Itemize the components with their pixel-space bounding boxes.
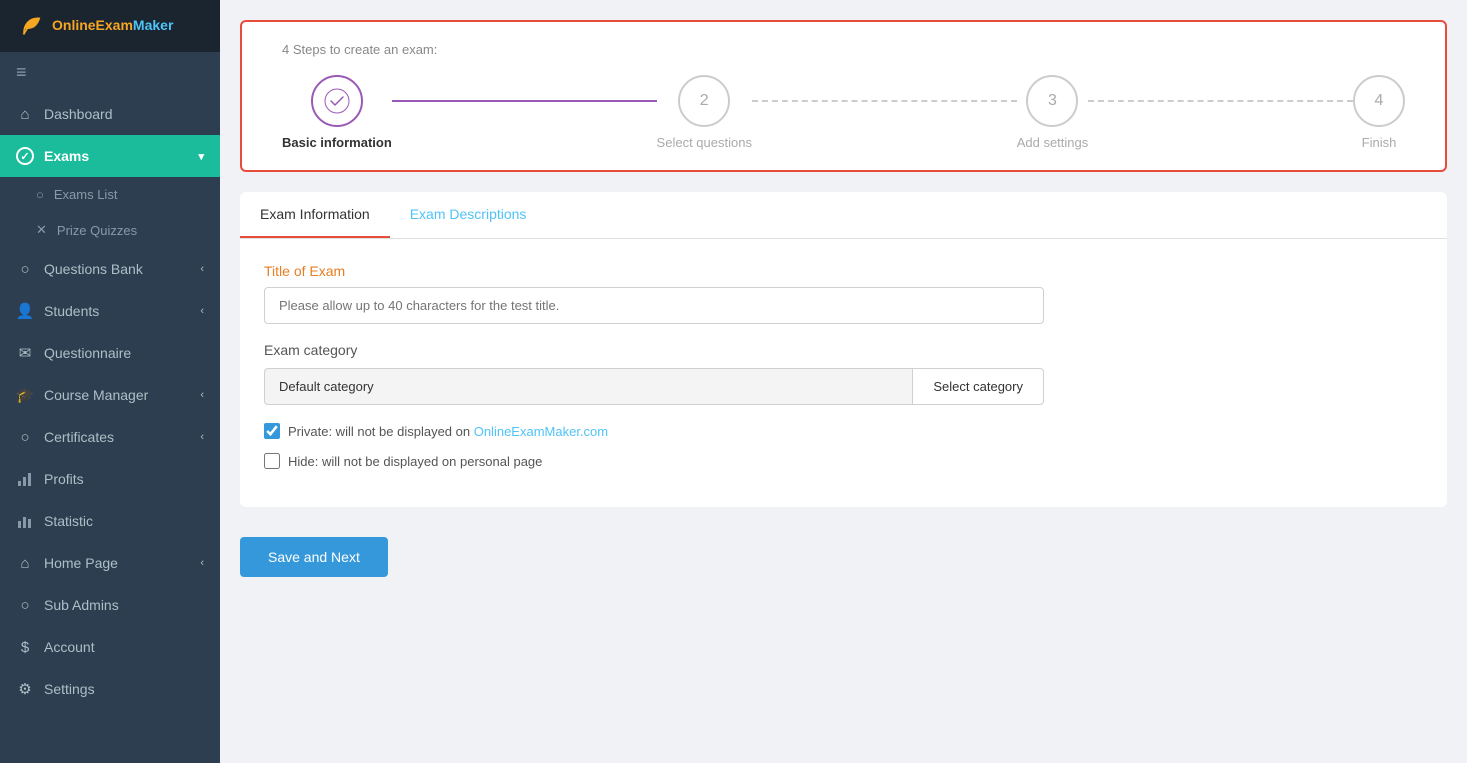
category-default-text: Default category [264,368,912,405]
connector-1-2 [392,100,657,102]
home-page-chevron: ‹ [200,557,204,569]
sidebar-item-settings[interactable]: ⚙ Settings [0,668,220,710]
connector-3-4 [1088,100,1353,102]
sidebar-item-dashboard[interactable]: ⌂ Dashboard [0,93,220,135]
account-icon: $ [16,638,34,656]
settings-icon: ⚙ [16,680,34,698]
tab-exam-information[interactable]: Exam Information [240,192,390,238]
exams-list-icon: ○ [36,187,44,202]
sidebar-item-questionnaire[interactable]: ✉ Questionnaire [0,332,220,374]
sidebar-item-exams[interactable]: ✓ Exams ▾ [0,135,220,177]
connector-2-3 [752,100,1017,102]
questions-bank-chevron: ‹ [200,263,204,275]
form-card: Exam Information Exam Descriptions Title… [240,192,1447,507]
step-3: 3 Add settings [1017,75,1089,150]
step-4-circle: 4 [1353,75,1405,127]
hide-checkbox-row: Hide: will not be displayed on personal … [264,453,1423,469]
form-body: Title of Exam Exam category Default cate… [240,239,1447,507]
questionnaire-icon: ✉ [16,344,34,362]
students-icon: 👤 [16,302,34,320]
certificates-icon: ○ [16,428,34,446]
hide-checkbox[interactable] [264,453,280,469]
menu-toggle[interactable]: ≡ [0,52,220,93]
sidebar-item-students[interactable]: 👤 Students ‹ [0,290,220,332]
sidebar-item-certificates[interactable]: ○ Certificates ‹ [0,416,220,458]
category-label: Exam category [264,342,1423,358]
private-label[interactable]: Private: will not be displayed on Online… [288,424,608,439]
questions-bank-icon: ○ [16,260,34,278]
tab-exam-descriptions[interactable]: Exam Descriptions [390,192,547,238]
sidebar-item-statistic[interactable]: Statistic [0,500,220,542]
course-manager-icon: 🎓 [16,386,34,404]
private-checkbox[interactable] [264,423,280,439]
title-input[interactable] [264,287,1044,324]
main-content: 4 Steps to create an exam: Basic informa… [220,0,1467,763]
title-label: Title of Exam [264,263,1423,279]
save-and-next-button[interactable]: Save and Next [240,537,388,577]
statistic-icon [16,512,34,530]
sidebar-item-questions-bank[interactable]: ○ Questions Bank ‹ [0,248,220,290]
course-manager-chevron: ‹ [200,389,204,401]
exams-chevron: ▾ [198,150,204,163]
sidebar-item-prize-quizzes[interactable]: ✕ Prize Quizzes [0,212,220,248]
profits-icon [16,470,34,488]
sidebar-item-account[interactable]: $ Account [0,626,220,668]
sidebar-item-sub-admins[interactable]: ○ Sub Admins [0,584,220,626]
hide-label[interactable]: Hide: will not be displayed on personal … [288,454,542,469]
sub-admins-icon: ○ [16,596,34,614]
steps-row: Basic information 2 Select questions 3 A… [282,75,1405,150]
select-category-button[interactable]: Select category [912,368,1044,405]
certificates-chevron: ‹ [200,431,204,443]
sidebar-item-home-page[interactable]: ⌂ Home Page ‹ [0,542,220,584]
sidebar-item-profits[interactable]: Profits [0,458,220,500]
step-1-label: Basic information [282,135,392,150]
students-chevron: ‹ [200,305,204,317]
step-3-label: Add settings [1017,135,1089,150]
exams-icon: ✓ [16,147,34,165]
steps-box: 4 Steps to create an exam: Basic informa… [240,20,1447,172]
prize-quizzes-icon: ✕ [36,222,47,238]
steps-title: 4 Steps to create an exam: [282,42,1405,57]
dashboard-icon: ⌂ [16,105,34,123]
logo: OnlineExamMaker [0,0,220,52]
step-2: 2 Select questions [657,75,752,150]
category-row: Default category Select category [264,368,1044,405]
step-1: Basic information [282,75,392,150]
sidebar-item-course-manager[interactable]: 🎓 Course Manager ‹ [0,374,220,416]
step-3-circle: 3 [1026,75,1078,127]
step-2-label: Select questions [657,135,752,150]
step-4-label: Finish [1362,135,1397,150]
home-page-icon: ⌂ [16,554,34,572]
private-checkbox-row: Private: will not be displayed on Online… [264,423,1423,439]
sidebar-item-exams-list[interactable]: ○ Exams List [0,177,220,212]
step-1-circle [311,75,363,127]
logo-icon [16,12,44,40]
tabs-row: Exam Information Exam Descriptions [240,192,1447,239]
sidebar: OnlineExamMaker ≡ ⌂ Dashboard ✓ Exams ▾ … [0,0,220,763]
step-4: 4 Finish [1353,75,1405,150]
step-2-circle: 2 [678,75,730,127]
logo-text: OnlineExamMaker [52,17,173,35]
